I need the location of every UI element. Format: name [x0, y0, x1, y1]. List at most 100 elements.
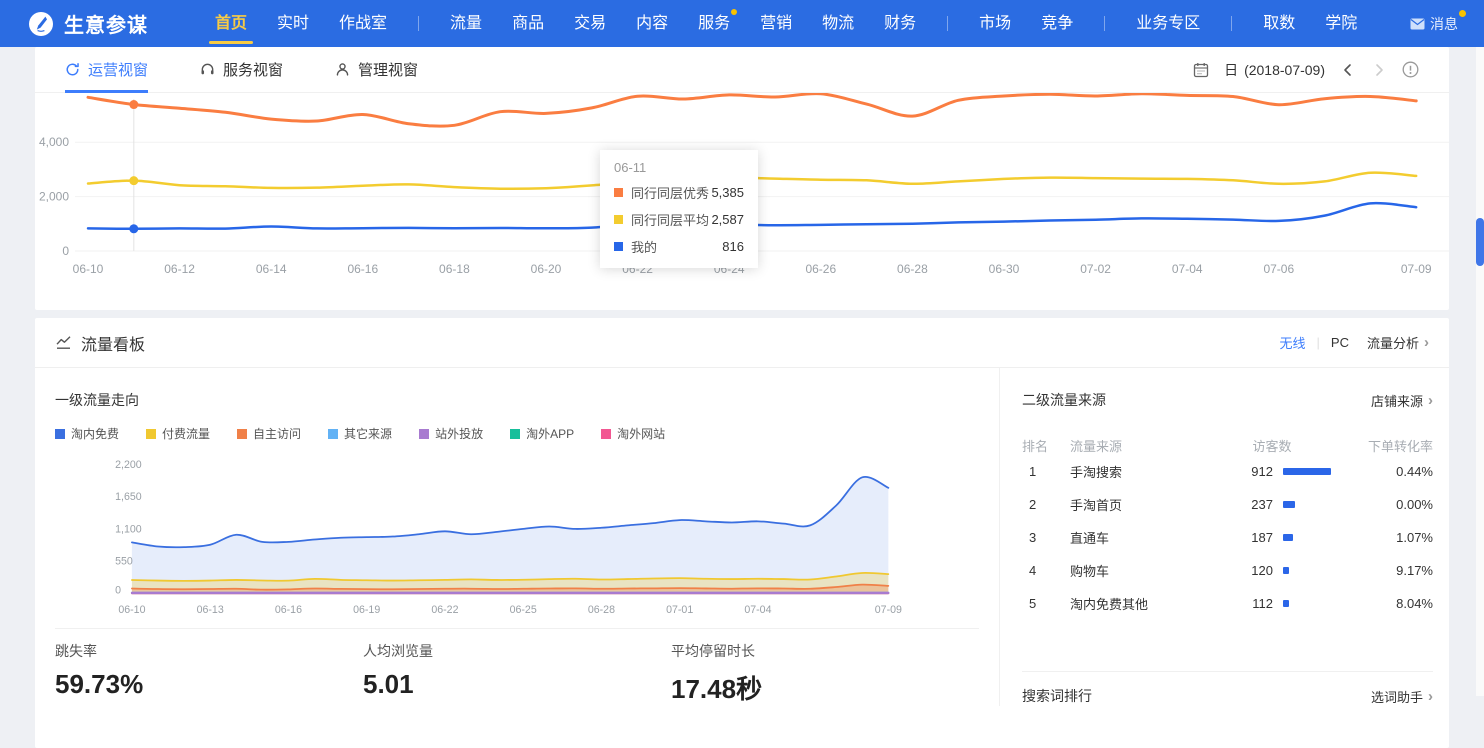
- page-scrollbar-thumb[interactable]: [1476, 218, 1484, 266]
- source-cell[interactable]: 手淘首页: [1070, 495, 1203, 514]
- source-cell[interactable]: 手淘搜索: [1070, 462, 1203, 481]
- nav-item-内容[interactable]: 内容: [636, 0, 668, 47]
- nav-item-交易[interactable]: 交易: [574, 0, 606, 47]
- brand[interactable]: 生意参谋: [28, 9, 148, 38]
- svg-text:06-30: 06-30: [989, 262, 1020, 276]
- nav-item-营销[interactable]: 营销: [760, 0, 792, 47]
- svg-text:550: 550: [115, 556, 133, 568]
- series-color-swatch: [614, 188, 623, 197]
- svg-text:06-13: 06-13: [197, 604, 224, 616]
- nav-item-市场[interactable]: 市场: [979, 0, 1011, 47]
- svg-text:06-25: 06-25: [510, 604, 537, 616]
- svg-text:06-12: 06-12: [164, 262, 195, 276]
- nav-item-商品[interactable]: 商品: [512, 0, 544, 47]
- table-header-cell: 下单转化率: [1341, 436, 1433, 455]
- device-tab-pc[interactable]: PC: [1331, 335, 1349, 350]
- nav-item-财务[interactable]: 财务: [884, 0, 916, 47]
- word-helper-link[interactable]: 选词助手 ›: [1371, 687, 1433, 706]
- legend-item-自主访问[interactable]: 自主访问: [237, 425, 301, 442]
- legend-item-其它来源[interactable]: 其它来源: [328, 425, 392, 442]
- stat-label: 平均停留时长: [671, 641, 979, 661]
- conversion-rate-cell: 0.44%: [1341, 464, 1433, 479]
- nav-item-实时[interactable]: 实时: [277, 0, 309, 47]
- tooltip-row: 我的 816: [614, 237, 744, 256]
- view-tab-服务视窗[interactable]: 服务视窗: [200, 47, 283, 93]
- stat-label: 人均浏览量: [363, 641, 671, 661]
- nav-item-作战室[interactable]: 作战室: [339, 0, 387, 47]
- nav-divider: [1231, 16, 1232, 31]
- svg-text:2,200: 2,200: [115, 459, 142, 471]
- series-name: 同行同层优秀: [631, 183, 709, 202]
- legend-item-站外投放[interactable]: 站外投放: [419, 425, 483, 442]
- series-color-swatch: [614, 242, 623, 251]
- legend-item-淘外网站[interactable]: 淘外网站: [601, 425, 665, 442]
- top-navigation: 生意参谋 首页实时作战室 流量商品交易内容服务营销物流财务 市场竞争 业务专区 取数学院…: [0, 0, 1484, 47]
- traffic-source-row: 2手淘首页2370.00%: [1022, 488, 1433, 521]
- view-tab-运营视窗[interactable]: 运营视窗: [65, 47, 148, 93]
- traffic-source-row: 4购物车1209.17%: [1022, 554, 1433, 587]
- view-tab-label: 管理视窗: [358, 59, 418, 80]
- svg-text:06-28: 06-28: [897, 262, 928, 276]
- visitors-bar: [1283, 534, 1341, 541]
- line-chart-icon: [55, 334, 72, 351]
- device-tab-wireless[interactable]: 无线: [1280, 333, 1306, 352]
- legend-label: 自主访问: [253, 425, 301, 442]
- tooltip-date: 06-11: [614, 160, 744, 175]
- page-scrollbar-track: [1476, 47, 1484, 696]
- series-value: 816: [722, 239, 744, 254]
- chevron-right-icon: ›: [1428, 689, 1433, 704]
- nav-item-服务[interactable]: 服务: [698, 0, 730, 47]
- nav-item-取数[interactable]: 取数: [1263, 0, 1295, 47]
- view-tab-管理视窗[interactable]: 管理视窗: [335, 47, 418, 93]
- nav-item-学院[interactable]: 学院: [1325, 0, 1357, 47]
- brand-name: 生意参谋: [64, 9, 148, 38]
- person-icon: [335, 62, 350, 77]
- stat-value: 5.01: [363, 669, 671, 700]
- date-picker[interactable]: 日 (2018-07-09): [1224, 60, 1325, 80]
- nav-item-竞争[interactable]: 竞争: [1041, 0, 1073, 47]
- traffic-area-chart[interactable]: 2,2001,6501,100550006-1006-1306-1606-190…: [55, 452, 971, 620]
- chevron-right-icon: ›: [1428, 393, 1433, 408]
- shop-source-link[interactable]: 店铺来源 ›: [1371, 391, 1433, 410]
- svg-text:07-02: 07-02: [1080, 262, 1111, 276]
- calendar-icon[interactable]: [1193, 62, 1209, 78]
- svg-text:0: 0: [115, 584, 121, 596]
- legend-item-付费流量[interactable]: 付费流量: [146, 425, 210, 442]
- view-tab-label: 运营视窗: [88, 59, 148, 80]
- nav-divider: [1104, 16, 1105, 31]
- messages-label: 消息: [1430, 14, 1458, 34]
- stat-avg-stay-time: 平均停留时长 17.48秒: [671, 641, 979, 706]
- legend-item-淘外APP[interactable]: 淘外APP: [510, 425, 574, 442]
- board-title: 流量看板: [81, 331, 145, 355]
- traffic-board-card: 流量看板 无线 | PC 流量分析 › 一级流量走向 淘内免费付费流量自主访问其…: [35, 318, 1449, 748]
- conversion-rate-cell: 1.07%: [1341, 530, 1433, 545]
- series-name: 我的: [631, 237, 657, 256]
- rank-cell: 2: [1022, 497, 1070, 512]
- legend-color-swatch: [419, 429, 429, 439]
- source-cell[interactable]: 购物车: [1070, 561, 1203, 580]
- table-header-cell: 流量来源: [1070, 436, 1203, 455]
- source-cell[interactable]: 淘内免费其他: [1070, 594, 1203, 613]
- legend-label: 其它来源: [344, 425, 392, 442]
- chevron-right-icon[interactable]: [1371, 62, 1387, 78]
- svg-text:07-09: 07-09: [875, 604, 902, 616]
- svg-text:06-20: 06-20: [531, 262, 562, 276]
- nav-item-首页[interactable]: 首页: [215, 0, 247, 47]
- svg-text:06-28: 06-28: [588, 604, 615, 616]
- visitors-bar: [1283, 501, 1341, 508]
- legend-item-淘内免费[interactable]: 淘内免费: [55, 425, 119, 442]
- nav-item-流量[interactable]: 流量: [450, 0, 482, 47]
- info-icon[interactable]: [1402, 61, 1419, 78]
- nav-item-业务专区[interactable]: 业务专区: [1136, 0, 1200, 47]
- traffic-analysis-link[interactable]: 流量分析 ›: [1367, 333, 1429, 352]
- secondary-traffic-header: 二级流量来源 店铺来源 ›: [1022, 390, 1433, 410]
- messages-button[interactable]: 消息: [1410, 14, 1458, 34]
- series-value: 2,587: [711, 212, 744, 227]
- brand-logo-icon: [28, 11, 54, 37]
- chevron-left-icon[interactable]: [1340, 62, 1356, 78]
- series-color-swatch: [614, 215, 623, 224]
- nav-item-物流[interactable]: 物流: [822, 0, 854, 47]
- source-cell[interactable]: 直通车: [1070, 528, 1203, 547]
- word-helper-label: 选词助手: [1371, 687, 1423, 706]
- legend-color-swatch: [55, 429, 65, 439]
